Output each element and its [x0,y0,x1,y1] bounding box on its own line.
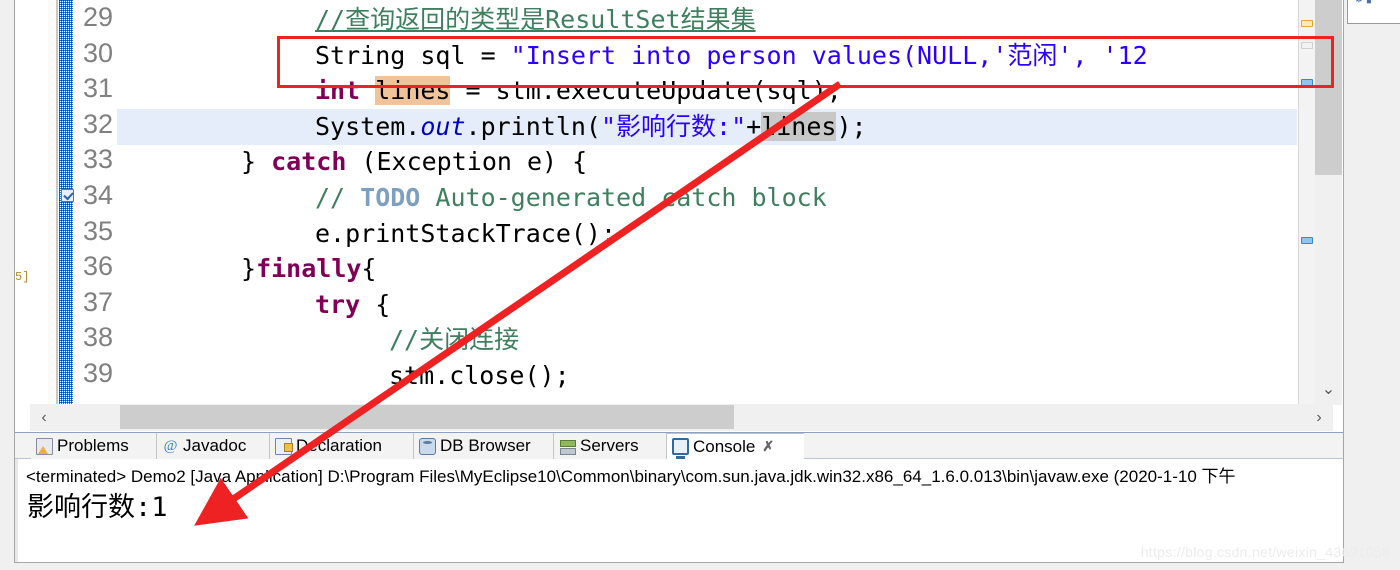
code-line[interactable]: //查询返回的类型是ResultSet结果集 [117,2,1297,38]
db-browser-icon [419,437,436,455]
vertical-scroll-thumb[interactable] [1315,0,1342,175]
overview-marker-warn[interactable] [1301,20,1313,27]
servers-icon [559,438,576,455]
code-token: = stm.executeUpdate(sql); [450,76,842,106]
code-token: "影响行数:" [600,111,747,141]
code-token: { [361,254,377,284]
scroll-right-arrow[interactable]: › [1305,404,1333,431]
tab-label: Console [693,436,756,456]
line-number: 35 [82,215,113,246]
code-token: System. [315,111,421,141]
line-number: 31 [82,73,113,104]
editor-horizontal-scrollbar[interactable]: ‹ › [30,404,1333,431]
line-number: 36 [82,251,113,282]
code-token: lines [761,111,837,141]
annotation-ruler[interactable] [59,0,73,405]
code-token: int [315,76,376,106]
code-canvas[interactable]: //查询返回的类型是ResultSet结果集 String sql = "Inse… [117,0,1297,405]
overview-marker-occ[interactable] [1301,79,1313,86]
tab-label: DB Browser [440,436,531,455]
code-line[interactable]: e.printStackTrace(); [117,216,1297,252]
javadoc-icon: @ [163,437,178,454]
code-token: catch [271,147,347,177]
editor-vertical-scrollbar[interactable]: ⌄ [1315,0,1342,405]
java-editor[interactable]: 5] 29 30 31 32 33 34 35 36 37 38 39 //查询返回的类型是Resu… [14,0,1344,433]
tab-javadoc[interactable]: @ Javadoc [157,433,270,459]
code-token: lines [375,76,451,106]
code-line[interactable]: String sql = "Insert into person values(… [117,38,1297,74]
line-number-gutter: 29 30 31 32 33 34 35 36 37 38 39 [73,0,117,405]
code-token: } [241,254,257,284]
ruler-divider [56,0,58,405]
tab-label: Javadoc [183,436,247,455]
screenshot-root: ⚙▮ 5] 29 30 31 32 33 34 35 36 37 38 39 //查询返回的类型是R… [0,0,1400,570]
code-token: { [360,289,391,319]
code-token: .println( [465,111,601,141]
scroll-left-arrow[interactable]: ‹ [30,404,58,431]
tab-label: Servers [580,436,639,455]
line-number: 32 [82,108,113,139]
tab-console[interactable]: Console ✗ [667,433,804,459]
code-line[interactable]: } catch (Exception e) { [117,144,1297,180]
overview-marker-task[interactable] [1301,42,1313,49]
todo-task-marker-icon[interactable] [61,189,74,202]
code-token: e.printStackTrace(); [315,218,617,248]
tab-label: Problems [57,436,129,455]
code-token: ); [836,111,867,141]
adjacent-view-sliver: ⚙▮ [1347,0,1400,24]
code-token: stm.close(); [389,361,570,390]
code-token: } [241,147,272,177]
horizontal-scroll-thumb[interactable] [120,405,734,429]
scroll-down-arrow[interactable]: ⌄ [1315,377,1342,403]
code-token: (Exception e) { [346,147,588,177]
fold-marker-fragment: 5] [15,270,30,284]
line-number: 33 [82,144,113,175]
code-line[interactable]: // TODO Auto-generated catch block [117,180,1297,216]
console-output-text: 影响行数:1 [27,492,168,523]
tab-problems[interactable]: Problems [31,433,157,459]
watermark-text: https://blog.csdn.net/weixin_43691058 [1140,544,1390,560]
tab-db-browser[interactable]: DB Browser [414,433,554,459]
code-line[interactable]: System.out.println("影响行数:"+lines); [117,108,1297,145]
view-tab-bar[interactable]: Problems @ Javadoc Declaration DB Browser Ser… [15,433,1343,459]
code-token: out [420,111,466,141]
line-number: 34 [82,180,113,210]
declaration-icon [275,437,293,455]
tab-label: Declaration [296,436,382,455]
tab-servers[interactable]: Servers [554,433,667,459]
console-icon [672,438,689,459]
code-token: // [315,183,361,212]
line-number: 39 [82,358,113,388]
overview-marker-occ[interactable] [1301,237,1313,244]
code-token: + [746,111,762,141]
code-line[interactable]: int lines = stm.executeUpdate(sql); [117,73,1297,109]
code-token: finally [256,254,362,284]
console-process-line: <terminated> Demo2 [Java Application] D:… [26,467,1236,486]
code-token: Auto-generated catch block [420,183,827,212]
line-number: 29 [82,2,113,32]
close-icon[interactable]: ✗ [762,438,774,455]
code-token: //查询返回的类型是ResultSet结果集 [315,5,756,34]
line-number: 30 [82,37,113,68]
problems-icon [36,437,53,455]
tab-declaration[interactable]: Declaration [270,433,414,459]
code-token: try [315,289,361,319]
code-line[interactable]: //关闭连接 [117,322,1297,358]
overview-marker-bar[interactable] [1298,0,1315,405]
code-token: String sql = [315,40,511,70]
code-token: //关闭连接 [389,325,520,355]
code-token: TODO [360,183,421,212]
line-number: 37 [82,286,113,317]
adjacent-view-icons: ⚙▮ [1354,0,1374,5]
code-line[interactable]: }finally{ [117,251,1297,287]
code-line[interactable]: try { [117,287,1297,323]
line-number: 38 [82,322,113,353]
code-line[interactable]: stm.close(); [117,358,1297,394]
code-token: "Insert into person values(NULL,'范闲', '1… [510,40,1148,70]
